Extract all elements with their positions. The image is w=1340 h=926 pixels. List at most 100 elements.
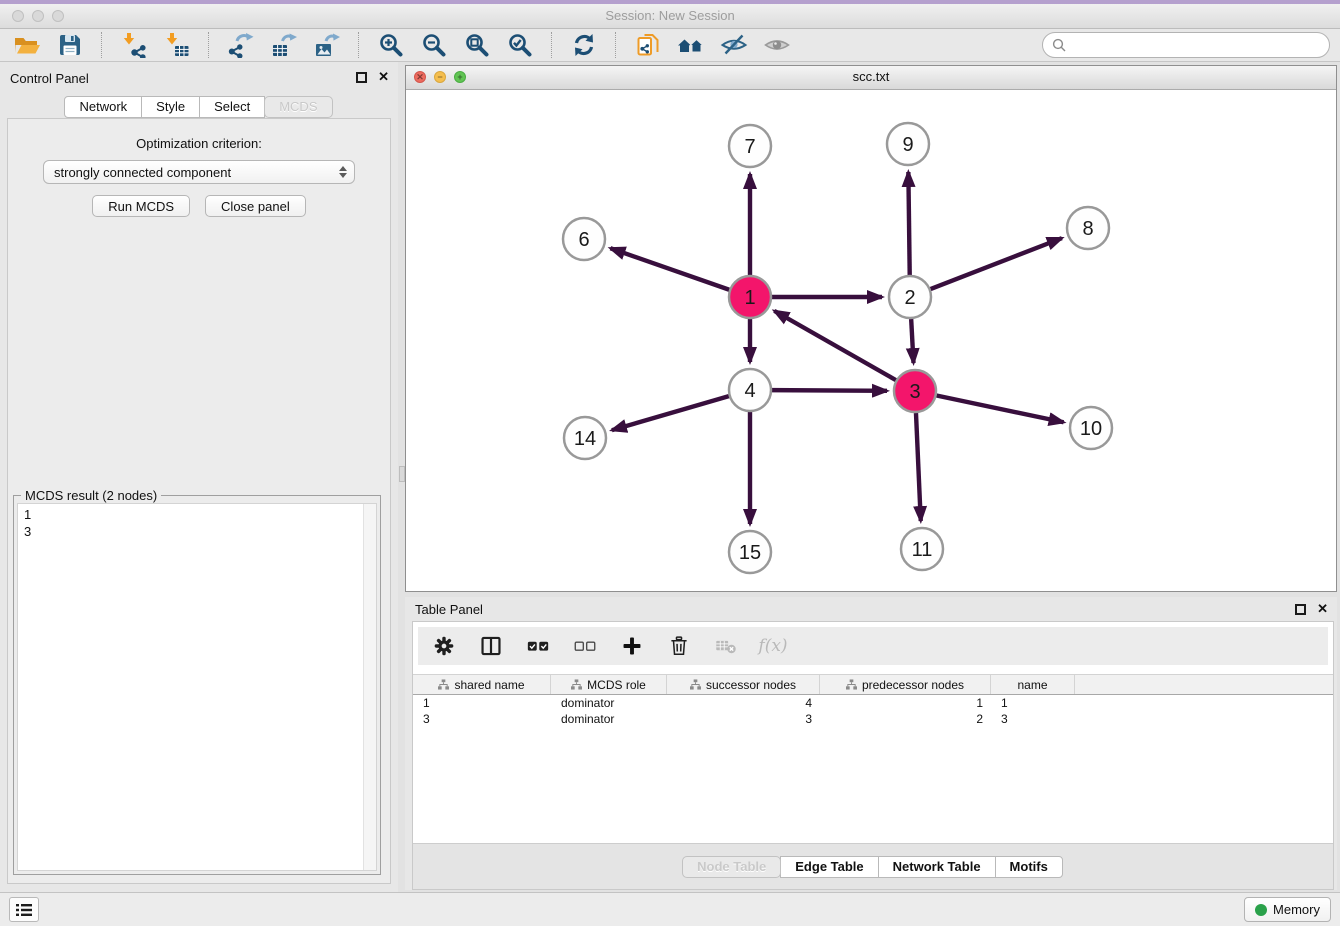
- control-panel-header: Control Panel ✕: [0, 62, 398, 96]
- clone-network-icon[interactable]: [631, 30, 665, 60]
- add-icon[interactable]: [619, 633, 645, 659]
- toolbar-separator: [101, 32, 103, 58]
- import-table-icon[interactable]: [160, 30, 194, 60]
- table-row[interactable]: 1dominator411: [413, 695, 1333, 711]
- zoom-window-button[interactable]: [52, 10, 64, 22]
- edge-2-8[interactable]: [931, 238, 1062, 289]
- node-7[interactable]: 7: [729, 125, 771, 167]
- edge-3-10[interactable]: [937, 396, 1064, 423]
- column-header-predecessor-nodes[interactable]: predecessor nodes: [820, 675, 991, 694]
- table-panel-title: Table Panel: [415, 602, 483, 617]
- edge-1-6[interactable]: [610, 248, 729, 290]
- zoom-out-icon[interactable]: [417, 30, 451, 60]
- mcds-result-box[interactable]: 13: [17, 503, 377, 871]
- toolbar-separator: [358, 32, 360, 58]
- tab-network-table[interactable]: Network Table: [878, 856, 996, 878]
- deselect-all-icon[interactable]: [572, 633, 598, 659]
- tab-motifs[interactable]: Motifs: [995, 856, 1063, 878]
- show-all-icon[interactable]: [760, 30, 794, 60]
- edge-2-9[interactable]: [908, 172, 909, 275]
- svg-text:7: 7: [744, 136, 755, 158]
- minimize-window-button[interactable]: [32, 10, 44, 22]
- tab-style[interactable]: Style: [141, 96, 200, 118]
- gear-icon[interactable]: [431, 633, 457, 659]
- toolbar-buttons: [10, 30, 794, 60]
- column-header-name[interactable]: name: [991, 675, 1075, 694]
- network-canvas[interactable]: 7 9 6 8 1 2 4 3 14 10 15 11: [406, 89, 1336, 591]
- first-neighbors-icon[interactable]: [674, 30, 708, 60]
- close-panel-icon[interactable]: ✕: [378, 71, 389, 83]
- search-input[interactable]: [1072, 37, 1320, 54]
- trash-icon[interactable]: [666, 633, 692, 659]
- edge-3-1[interactable]: [774, 311, 896, 380]
- split-columns-icon[interactable]: [478, 633, 504, 659]
- cell-shared-name: 1: [413, 696, 551, 710]
- minimize-network-button[interactable]: −: [434, 71, 446, 83]
- edge-4-14[interactable]: [612, 396, 729, 430]
- save-session-icon[interactable]: [53, 30, 87, 60]
- search-box[interactable]: [1042, 32, 1330, 58]
- float-panel-icon[interactable]: [356, 72, 367, 83]
- table-panel: Table Panel ✕ f(x) shared nameMCDS roles…: [405, 597, 1337, 890]
- node-11[interactable]: 11: [901, 528, 943, 570]
- mcds-result-title: MCDS result (2 nodes): [21, 488, 161, 503]
- network-window-title: scc.txt: [406, 66, 1336, 88]
- column-header-mcds-role[interactable]: MCDS role: [551, 675, 667, 694]
- zoom-network-button[interactable]: +: [454, 71, 466, 83]
- cell-mcds-role: dominator: [551, 696, 667, 710]
- cell-shared-name: 3: [413, 712, 551, 726]
- column-header-successor-nodes[interactable]: successor nodes: [667, 675, 820, 694]
- main-toolbar: [0, 29, 1340, 62]
- tab-select[interactable]: Select: [199, 96, 265, 118]
- tab-mcds[interactable]: MCDS: [264, 96, 332, 118]
- export-image-icon[interactable]: [310, 30, 344, 60]
- node-6[interactable]: 6: [563, 218, 605, 260]
- tab-edge-table[interactable]: Edge Table: [780, 856, 878, 878]
- list-icon: [16, 903, 32, 917]
- node-10[interactable]: 10: [1070, 407, 1112, 449]
- svg-text:15: 15: [739, 542, 761, 564]
- column-sort-icon: [690, 679, 701, 690]
- hide-selected-icon[interactable]: [717, 30, 751, 60]
- network-window-titlebar[interactable]: ✕ − + scc.txt: [406, 66, 1336, 90]
- node-9[interactable]: 9: [887, 123, 929, 165]
- run-mcds-button[interactable]: Run MCDS: [92, 195, 190, 217]
- window-title: Session: New Session: [0, 4, 1340, 28]
- close-window-button[interactable]: [12, 10, 24, 22]
- export-table-icon[interactable]: [267, 30, 301, 60]
- cell-successor-nodes: 4: [667, 696, 820, 710]
- node-1[interactable]: 1: [729, 276, 771, 318]
- close-table-panel-icon[interactable]: ✕: [1317, 603, 1328, 615]
- node-4[interactable]: 4: [729, 369, 771, 411]
- close-panel-button[interactable]: Close panel: [205, 195, 306, 217]
- open-file-icon[interactable]: [10, 30, 44, 60]
- node-15[interactable]: 15: [729, 531, 771, 573]
- select-all-icon[interactable]: [525, 633, 551, 659]
- table-row[interactable]: 3dominator323: [413, 711, 1333, 727]
- criterion-dropdown[interactable]: strongly connected component: [43, 160, 355, 184]
- edge-2-3[interactable]: [911, 319, 913, 363]
- node-14[interactable]: 14: [564, 417, 606, 459]
- edge-3-11[interactable]: [916, 413, 921, 521]
- import-network-icon[interactable]: [117, 30, 151, 60]
- edge-4-3[interactable]: [772, 390, 887, 391]
- export-network-icon[interactable]: [224, 30, 258, 60]
- svg-text:11: 11: [912, 539, 933, 561]
- memory-button[interactable]: Memory: [1244, 897, 1331, 922]
- window-controls: [12, 10, 64, 22]
- close-network-button[interactable]: ✕: [414, 71, 426, 83]
- column-header-shared-name[interactable]: shared name: [413, 675, 551, 694]
- zoom-selected-icon[interactable]: [503, 30, 537, 60]
- cell-mcds-role: dominator: [551, 712, 667, 726]
- tab-node-table[interactable]: Node Table: [682, 856, 781, 878]
- node-2[interactable]: 2: [889, 276, 931, 318]
- zoom-fit-icon[interactable]: [460, 30, 494, 60]
- task-history-button[interactable]: [9, 897, 39, 922]
- zoom-in-icon[interactable]: [374, 30, 408, 60]
- refresh-icon[interactable]: [567, 30, 601, 60]
- result-scrollbar[interactable]: [363, 504, 376, 870]
- tab-network[interactable]: Network: [64, 96, 142, 118]
- float-table-panel-icon[interactable]: [1295, 604, 1306, 615]
- node-8[interactable]: 8: [1067, 207, 1109, 249]
- node-3[interactable]: 3: [894, 370, 936, 412]
